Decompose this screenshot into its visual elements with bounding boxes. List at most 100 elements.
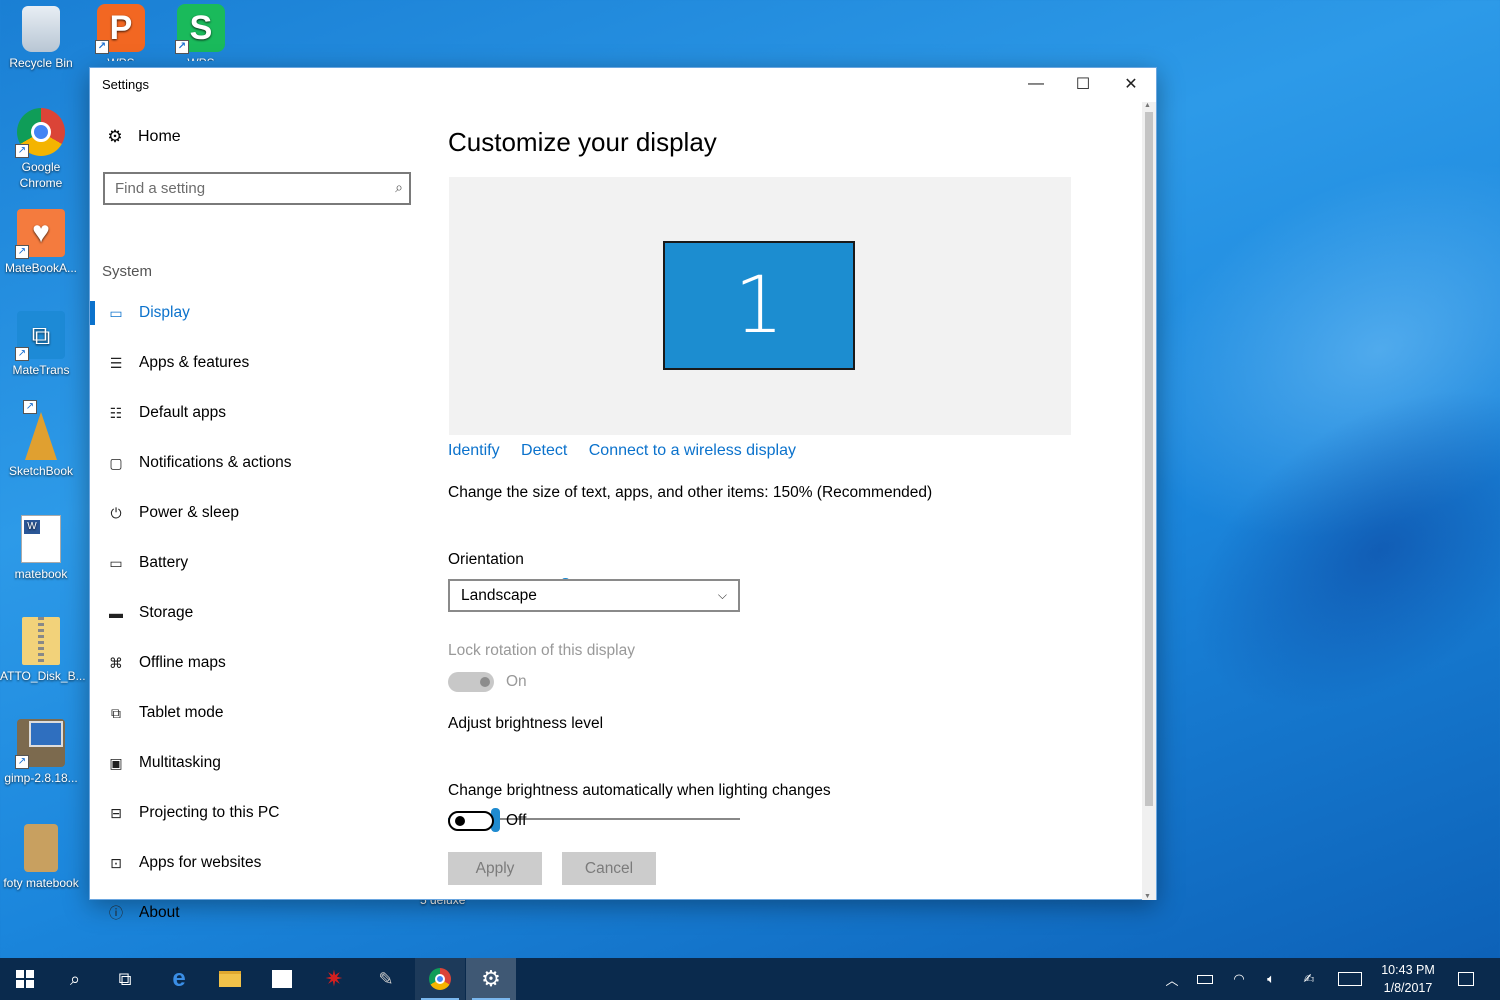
auto-brightness-toggle[interactable] xyxy=(448,811,494,831)
pen-tray-button[interactable]: ✍︎ xyxy=(1296,958,1322,1000)
sidebar-item-display[interactable]: ▭ Display xyxy=(90,288,430,338)
desktop-icon-wps-presentation[interactable]: P↗ WPS xyxy=(80,4,162,61)
desktop-icon-chrome[interactable]: ↗ Google Chrome xyxy=(0,108,82,191)
sidebar-item-multitasking[interactable]: ▣ Multitasking xyxy=(90,738,430,788)
sidebar-item-battery[interactable]: ▭ Battery xyxy=(90,538,430,588)
desktop-icon-matebook-doc[interactable]: W matebook xyxy=(0,515,82,582)
battery-tray-button[interactable] xyxy=(1192,958,1218,1000)
home-link[interactable]: ⚙ Home xyxy=(106,128,181,146)
chrome-icon xyxy=(429,968,451,990)
start-button[interactable] xyxy=(0,958,50,1000)
search-taskbar-button[interactable]: ⌕ xyxy=(50,958,100,1000)
show-hidden-icons-button[interactable]: ︿ xyxy=(1160,958,1184,1000)
desktop-icon-sketchbook[interactable]: ↗ SketchBook xyxy=(0,400,82,479)
sidebar-item-label: Tablet mode xyxy=(139,704,224,721)
sidebar-item-notifications-actions[interactable]: ▢ Notifications & actions xyxy=(90,438,430,488)
scrollbar-thumb[interactable] xyxy=(1145,112,1153,806)
settings-sidebar: ⚙ Home ⌕ System ▭ Display ☰ Apps & features… xyxy=(90,102,430,921)
sidebar-item-apps-features[interactable]: ☰ Apps & features xyxy=(90,338,430,388)
sidebar-item-storage[interactable]: ▬ Storage xyxy=(90,588,430,638)
desktop-icon-label: Google Chrome xyxy=(19,160,63,190)
sidebar-item-label: Notifications & actions xyxy=(139,454,292,471)
chevron-up-icon: ︿ xyxy=(1165,972,1179,988)
sidebar-item-offline-maps[interactable]: ⌘ Offline maps xyxy=(90,638,430,688)
home-label: Home xyxy=(138,128,181,145)
maximize-button[interactable]: ☐ xyxy=(1060,68,1106,100)
search-icon[interactable]: ⌕ xyxy=(395,179,403,196)
network-tray-button[interactable]: ◠ xyxy=(1226,958,1252,1000)
taskbar-clock[interactable]: 10:43 PM 1/8/2017 xyxy=(1368,961,1448,997)
info-icon: ⓘ xyxy=(109,905,123,921)
sidebar-item-label: About xyxy=(139,904,180,921)
desktop-icon-matebook-app[interactable]: ♥ ↗ MateBookA... xyxy=(0,209,82,276)
file-explorer-button[interactable] xyxy=(205,958,255,1000)
desktop-icon-matetrans[interactable]: ⧉ ↗ MateTrans xyxy=(0,311,82,378)
desktop-icon-recycle-bin[interactable]: Recycle Bin xyxy=(0,6,82,71)
sidebar-item-default-apps[interactable]: ☷ Default apps xyxy=(90,388,430,438)
detect-link[interactable]: Detect xyxy=(521,442,567,459)
display-links: Identify Detect Connect to a wireless di… xyxy=(448,442,813,460)
desktop-icon-atto-disk[interactable]: ATTO_Disk_B... xyxy=(0,617,86,684)
settings-taskbar-button[interactable]: ⚙ xyxy=(466,958,516,1000)
orientation-dropdown[interactable]: Landscape ⌵ xyxy=(448,579,740,612)
volume-tray-button[interactable]: 🔈︎ xyxy=(1258,958,1284,1000)
desktop-icon-label: WPS xyxy=(160,55,242,61)
brightness-label: Adjust brightness level xyxy=(448,715,604,732)
lock-rotation-state: On xyxy=(506,673,527,690)
notifications-icon: ▢ xyxy=(109,454,123,471)
tablet-icon: ⧉ xyxy=(111,704,121,721)
display-settings-pane: Customize your display 1 Identify Detect… xyxy=(448,102,1128,900)
heart-cares-icon: ♥ ↗ xyxy=(15,209,65,259)
wireless-display-link[interactable]: Connect to a wireless display xyxy=(589,442,796,459)
sidebar-item-tablet-mode[interactable]: ⧉ Tablet mode xyxy=(90,688,430,738)
shortcut-arrow-icon: ↗ xyxy=(175,40,189,54)
cancel-button[interactable]: Cancel xyxy=(562,852,656,885)
task-view-button[interactable]: ⧉ xyxy=(100,958,150,1000)
sidebar-item-about[interactable]: ⓘ About xyxy=(90,888,430,938)
folder-icon xyxy=(219,971,241,987)
close-icon: ✕ xyxy=(1124,76,1138,93)
sidebar-item-label: Offline maps xyxy=(139,654,226,671)
identify-link[interactable]: Identify xyxy=(448,442,500,459)
auto-brightness-label: Change brightness automatically when lig… xyxy=(448,782,831,799)
sidebar-item-apps-for-websites[interactable]: ⊡ Apps for websites xyxy=(90,838,430,888)
desktop-icon-foty-matebook[interactable]: foty matebook xyxy=(0,824,82,891)
edge-button[interactable]: e xyxy=(154,958,204,1000)
title-bar[interactable]: Settings — ☐ ✕ xyxy=(90,68,1156,102)
matetrans-icon: ⧉ ↗ xyxy=(15,311,65,361)
scroll-down-icon[interactable]: ▼ xyxy=(1144,893,1151,900)
sidebar-item-projecting-to-this-pc[interactable]: ⊟ Projecting to this PC xyxy=(90,788,430,838)
installer-icon: ↗ xyxy=(15,719,65,769)
chevron-down-icon: ⌵ xyxy=(717,588,727,602)
app-button-gimp[interactable]: ✎ xyxy=(361,958,411,1000)
word-document-icon: W xyxy=(21,515,61,563)
keyboard-tray-button[interactable] xyxy=(1334,958,1366,1000)
sidebar-item-label: Projecting to this PC xyxy=(139,804,280,821)
shortcut-arrow-icon: ↗ xyxy=(15,755,29,769)
apply-button[interactable]: Apply xyxy=(448,852,542,885)
sidebar-item-power-sleep[interactable]: ⏻ Power & sleep xyxy=(90,488,430,538)
window-title: Settings xyxy=(102,77,149,92)
desktop-icon-label: gimp-2.8.18... xyxy=(4,771,78,785)
search-box[interactable]: ⌕ xyxy=(103,172,411,205)
desktop-icon-label: Recycle Bin xyxy=(9,56,73,70)
scrollbar[interactable]: ▲ ▼ xyxy=(1142,102,1156,900)
sidebar-item-label: Default apps xyxy=(139,404,227,421)
gimp-icon: ✎ xyxy=(378,968,394,989)
monitor-1[interactable]: 1 xyxy=(663,241,855,370)
store-button[interactable] xyxy=(257,958,307,1000)
minimize-button[interactable]: — xyxy=(1013,68,1059,100)
action-center-button[interactable] xyxy=(1450,958,1482,1000)
desktop-icon-wps-spreadsheet[interactable]: S↗ WPS xyxy=(160,4,242,61)
search-input[interactable] xyxy=(105,174,409,203)
scale-label: Change the size of text, apps, and other… xyxy=(448,484,933,501)
desktop-icon-gimp[interactable]: ↗ gimp-2.8.18... xyxy=(0,719,82,786)
chrome-taskbar-button[interactable] xyxy=(415,958,465,1000)
app-button-red[interactable]: ✷ xyxy=(309,958,359,1000)
edge-icon: e xyxy=(172,965,186,992)
desktop-icon-label: WPS xyxy=(80,55,162,61)
projecting-icon: ⊟ xyxy=(110,804,122,821)
close-button[interactable]: ✕ xyxy=(1108,68,1154,100)
scroll-up-icon[interactable]: ▲ xyxy=(1144,102,1151,109)
zip-folder-icon xyxy=(22,617,60,665)
